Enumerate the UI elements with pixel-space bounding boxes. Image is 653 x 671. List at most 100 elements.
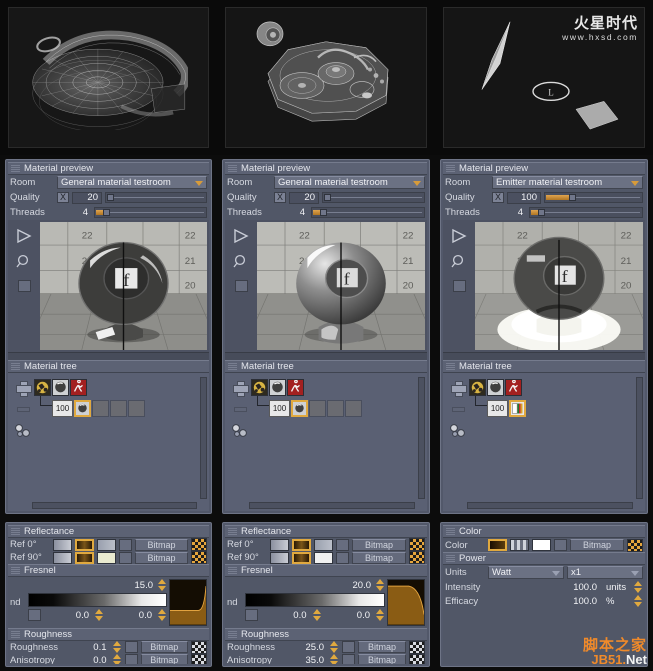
viewport-canvas-1[interactable] bbox=[8, 7, 209, 148]
quality-value[interactable]: 100 bbox=[507, 191, 541, 204]
color-toggle[interactable] bbox=[554, 539, 567, 551]
fresnel-left-spinner[interactable] bbox=[95, 609, 104, 621]
quality-slider[interactable] bbox=[105, 192, 207, 203]
fresnel-nd-value[interactable]: 20.0 bbox=[353, 580, 375, 591]
material-tree-header-1[interactable]: Material tree bbox=[8, 360, 209, 373]
material-tree-1[interactable]: 100 bbox=[8, 373, 209, 511]
roughness-spinner[interactable] bbox=[330, 641, 339, 654]
fresnel-left-value[interactable]: 0.0 bbox=[261, 610, 310, 621]
fresnel-left-value[interactable]: 0.0 bbox=[44, 610, 92, 621]
nodes-icon[interactable] bbox=[232, 424, 248, 438]
ref90-texture-icon[interactable] bbox=[409, 551, 425, 564]
preview-options-button[interactable] bbox=[452, 280, 466, 292]
threads-value[interactable]: 4 bbox=[492, 207, 526, 219]
anisotropy-value[interactable]: 35.0 bbox=[278, 655, 327, 664]
roughness-texture-icon[interactable] bbox=[191, 640, 207, 654]
quality-checkbox[interactable]: X bbox=[274, 192, 286, 203]
multiplier-select[interactable]: x1 bbox=[567, 566, 643, 579]
layer-slot-1[interactable] bbox=[309, 400, 326, 417]
color-pattern-swatch[interactable] bbox=[510, 539, 529, 551]
ref90-bitmap-button[interactable]: Bitmap bbox=[352, 551, 406, 564]
material-preview-render-1[interactable]: 2222 2121 2020 54 bbox=[40, 222, 207, 350]
material-tree-header-2[interactable]: Material tree bbox=[225, 360, 427, 373]
quality-checkbox[interactable]: X bbox=[57, 192, 69, 203]
nodes-icon[interactable] bbox=[15, 424, 31, 438]
material-ball-icon[interactable] bbox=[34, 379, 51, 396]
slider-knob[interactable] bbox=[320, 209, 327, 216]
roughness-texture-icon[interactable] bbox=[409, 640, 425, 654]
preview-group-header-3[interactable]: Material preview bbox=[443, 162, 645, 175]
preview-scrollbar-2[interactable] bbox=[225, 352, 427, 360]
threads-slider[interactable] bbox=[311, 207, 425, 218]
quality-slider[interactable] bbox=[322, 192, 425, 203]
roughness-toggle[interactable] bbox=[124, 641, 138, 654]
material-tree-3[interactable]: 100 bbox=[443, 373, 645, 511]
fresnel-right-spinner[interactable] bbox=[158, 609, 167, 621]
slider-knob[interactable] bbox=[107, 194, 114, 201]
viewport-watch-case[interactable] bbox=[0, 0, 217, 155]
material-tree-2[interactable]: 100 bbox=[225, 373, 427, 511]
fresnel-toggle[interactable] bbox=[245, 609, 258, 621]
emitter-color-icon[interactable] bbox=[509, 400, 526, 417]
minus-icon[interactable] bbox=[16, 407, 30, 412]
play-icon[interactable] bbox=[232, 228, 250, 244]
fresnel-right-spinner[interactable] bbox=[376, 609, 385, 621]
plus-icon[interactable] bbox=[451, 381, 467, 397]
color-white-swatch[interactable] bbox=[532, 539, 551, 551]
slider-knob[interactable] bbox=[569, 194, 576, 201]
ref90-color-swatch[interactable] bbox=[53, 551, 72, 564]
quality-value[interactable]: 20 bbox=[72, 191, 102, 204]
preview-group-header-1[interactable]: Material preview bbox=[8, 162, 209, 175]
fresnel-header-1[interactable]: Fresnel bbox=[8, 564, 209, 577]
ref0-color-swatch[interactable] bbox=[270, 538, 289, 551]
material-tree-scrollbar-horizontal-2[interactable] bbox=[249, 502, 415, 509]
ref90-bitmap-button[interactable]: Bitmap bbox=[135, 551, 188, 564]
units-select[interactable]: Watt bbox=[488, 566, 564, 579]
layer-weight-value[interactable]: 100 bbox=[52, 400, 73, 417]
room-select[interactable]: General material testroom bbox=[274, 176, 425, 189]
roughness-bitmap-button[interactable]: Bitmap bbox=[140, 641, 188, 654]
room-select[interactable]: Emitter material testroom bbox=[492, 176, 643, 189]
ref0-bitmap-button[interactable]: Bitmap bbox=[352, 538, 406, 551]
material-tree-scrollbar-horizontal-3[interactable] bbox=[467, 502, 633, 509]
material-tree-scrollbar-vertical-2[interactable] bbox=[418, 377, 425, 499]
viewport-canvas-2[interactable] bbox=[225, 7, 427, 148]
ref90-selected-swatch[interactable] bbox=[75, 551, 94, 564]
layer-weight-value[interactable]: 100 bbox=[487, 400, 508, 417]
layer-slot-2[interactable] bbox=[110, 400, 127, 417]
bsdf-layer-icon[interactable] bbox=[74, 400, 91, 417]
fresnel-left-spinner[interactable] bbox=[312, 609, 322, 621]
magnifier-icon[interactable] bbox=[450, 254, 468, 270]
fresnel-gradient-bar[interactable] bbox=[28, 593, 167, 607]
bsdf-sphere-icon[interactable] bbox=[52, 379, 69, 396]
color-header-3[interactable]: Color bbox=[443, 525, 645, 538]
ref90-selected-swatch[interactable] bbox=[292, 551, 311, 564]
material-tree-scrollbar-horizontal-1[interactable] bbox=[32, 502, 197, 509]
material-tree-header-3[interactable]: Material tree bbox=[443, 360, 645, 373]
nodes-icon[interactable] bbox=[450, 424, 466, 438]
fresnel-right-value[interactable]: 0.0 bbox=[325, 610, 374, 621]
ref90-texture-icon[interactable] bbox=[191, 551, 207, 564]
material-tree-scrollbar-vertical-3[interactable] bbox=[636, 377, 643, 499]
anisotropy-value[interactable]: 0.0 bbox=[61, 655, 110, 664]
layer-slot-3[interactable] bbox=[128, 400, 145, 417]
ref90-color-swatch[interactable] bbox=[270, 551, 289, 564]
reflectance-header-1[interactable]: Reflectance bbox=[8, 525, 209, 538]
quality-slider[interactable] bbox=[544, 192, 643, 203]
minus-icon[interactable] bbox=[451, 407, 465, 412]
preview-scrollbar-1[interactable] bbox=[8, 352, 209, 360]
quality-value[interactable]: 20 bbox=[289, 191, 319, 204]
ref90-alt-swatch[interactable] bbox=[97, 551, 116, 564]
efficacy-spinner[interactable] bbox=[634, 595, 643, 607]
ref0-toggle[interactable] bbox=[119, 538, 132, 551]
slider-knob[interactable] bbox=[103, 209, 110, 216]
ref0-texture-icon[interactable] bbox=[191, 538, 207, 551]
layer-slot-3[interactable] bbox=[345, 400, 362, 417]
roughness-value[interactable]: 25.0 bbox=[278, 642, 327, 653]
magnifier-icon[interactable] bbox=[15, 254, 33, 270]
anisotropy-texture-icon[interactable] bbox=[191, 653, 207, 664]
material-ball-icon[interactable] bbox=[469, 379, 486, 396]
material-preview-render-3[interactable]: 2222 2121 2020 54 bbox=[475, 222, 643, 350]
ref0-selected-swatch[interactable] bbox=[292, 538, 311, 551]
threads-slider[interactable] bbox=[94, 207, 207, 218]
